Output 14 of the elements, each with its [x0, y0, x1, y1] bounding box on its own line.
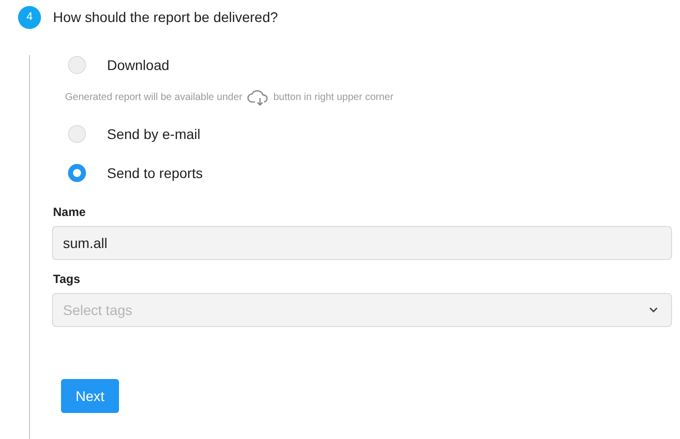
hint-text: button in right upper corner	[273, 91, 394, 105]
step-number-badge: 4	[18, 6, 41, 29]
chevron-down-icon	[649, 307, 658, 313]
option-label[interactable]: Send by e-mail	[107, 124, 200, 144]
tags-select[interactable]: Select tags	[52, 293, 672, 327]
name-field[interactable]: sum.all	[52, 226, 672, 260]
cloud-download-icon	[247, 89, 268, 106]
option-label[interactable]: Download	[107, 54, 170, 76]
field-label: Tags	[53, 271, 82, 288]
radio-button[interactable]	[68, 164, 86, 182]
step-title: How should the report be delivered?	[53, 8, 278, 27]
hint-text: Generated report will be available under	[65, 91, 242, 105]
option-label[interactable]: Send to reports	[107, 162, 203, 184]
field-label: Name	[53, 204, 87, 221]
